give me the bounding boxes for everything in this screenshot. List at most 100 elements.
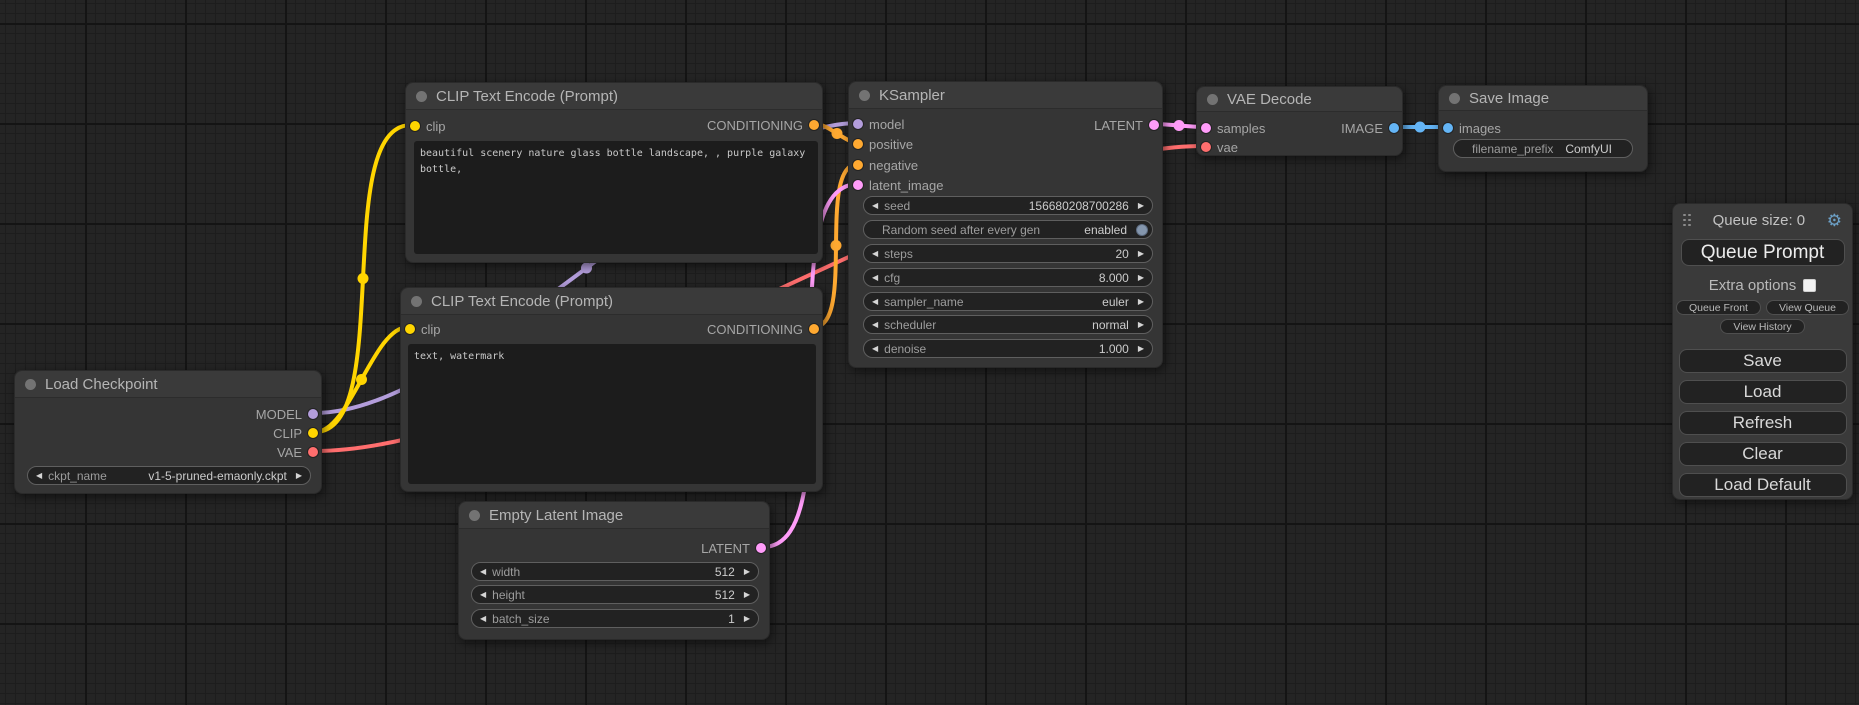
increment-arrow-icon[interactable]: ▶ (744, 590, 750, 599)
collapse-dot-icon[interactable] (416, 91, 427, 102)
height-widget[interactable]: ◀ height 512 ▶ (471, 585, 759, 604)
steps-widget[interactable]: ◀ steps 20 ▶ (863, 244, 1153, 263)
output-slot-conditioning[interactable]: CONDITIONING (401, 321, 822, 337)
collapse-dot-icon[interactable] (1207, 94, 1218, 105)
node-title-bar[interactable]: Empty Latent Image (459, 502, 769, 529)
link-midpoint-dot[interactable] (831, 240, 842, 251)
increment-arrow-icon[interactable]: ▶ (744, 567, 750, 576)
images-input-dot[interactable] (1443, 123, 1453, 133)
decrement-arrow-icon[interactable]: ◀ (872, 201, 878, 210)
input-slot-vae[interactable]: vae (1197, 139, 1402, 155)
node-title-bar[interactable]: CLIP Text Encode (Prompt) (401, 288, 822, 315)
clip-output-dot[interactable] (308, 428, 318, 438)
batch-size-widget[interactable]: ◀ batch_size 1 ▶ (471, 609, 759, 628)
increment-arrow-icon[interactable]: ▶ (1138, 344, 1144, 353)
node-load-checkpoint[interactable]: Load Checkpoint MODEL CLIP VAE ◀ ckpt_na… (14, 370, 322, 494)
positive-prompt-textarea[interactable]: beautiful scenery nature glass bottle la… (414, 141, 818, 254)
node-title-bar[interactable]: Load Checkpoint (15, 371, 321, 398)
collapse-dot-icon[interactable] (25, 379, 36, 390)
collapse-dot-icon[interactable] (469, 510, 480, 521)
clear-button[interactable]: Clear (1679, 442, 1847, 466)
conditioning-output-dot[interactable] (809, 324, 819, 334)
decrement-arrow-icon[interactable]: ◀ (872, 297, 878, 306)
output-slot-conditioning[interactable]: CONDITIONING (406, 117, 822, 133)
cfg-widget[interactable]: ◀ cfg 8.000 ▶ (863, 268, 1153, 287)
settings-gear-icon[interactable]: ⚙ (1827, 212, 1842, 229)
queue-front-button[interactable]: Queue Front (1676, 300, 1761, 315)
output-slot-vae[interactable]: VAE (15, 444, 321, 460)
node-title-bar[interactable]: CLIP Text Encode (Prompt) (406, 83, 822, 110)
latent-output-dot[interactable] (756, 543, 766, 553)
input-slot-latent-image[interactable]: latent_image (849, 177, 1162, 193)
collapse-dot-icon[interactable] (859, 90, 870, 101)
decrement-arrow-icon[interactable]: ◀ (36, 471, 42, 480)
increment-arrow-icon[interactable]: ▶ (1138, 297, 1144, 306)
toggle-knob-icon[interactable] (1136, 224, 1148, 236)
output-slot-latent[interactable]: LATENT (459, 540, 769, 556)
output-slot-clip[interactable]: CLIP (15, 425, 321, 441)
increment-arrow-icon[interactable]: ▶ (1138, 249, 1144, 258)
node-graph-canvas[interactable]: Load Checkpoint MODEL CLIP VAE ◀ ckpt_na… (0, 0, 1859, 705)
decrement-arrow-icon[interactable]: ◀ (872, 273, 878, 282)
node-ksampler[interactable]: KSampler model LATENT positive negative … (848, 81, 1163, 368)
queue-prompt-button[interactable]: Queue Prompt (1681, 239, 1845, 266)
decrement-arrow-icon[interactable]: ◀ (480, 590, 486, 599)
node-empty-latent-image[interactable]: Empty Latent Image LATENT ◀ width 512 ▶ … (458, 501, 770, 640)
node-save-image[interactable]: Save Image images filename_prefix ComfyU… (1438, 85, 1648, 172)
sampler-name-widget[interactable]: ◀ sampler_name euler ▶ (863, 292, 1153, 311)
random-seed-toggle-widget[interactable]: Random seed after every gen enabled (863, 220, 1153, 239)
node-clip-text-encode-negative[interactable]: CLIP Text Encode (Prompt) clip CONDITION… (400, 287, 823, 492)
filename-prefix-widget[interactable]: filename_prefix ComfyUI (1453, 139, 1633, 158)
load-default-button[interactable]: Load Default (1679, 473, 1847, 497)
vae-input-dot[interactable] (1201, 142, 1211, 152)
extra-options-checkbox[interactable] (1803, 279, 1816, 292)
collapse-dot-icon[interactable] (411, 296, 422, 307)
view-history-button[interactable]: View History (1720, 319, 1804, 334)
image-output-dot[interactable] (1389, 123, 1399, 133)
link-midpoint-dot[interactable] (1174, 120, 1185, 131)
output-slot-latent[interactable]: LATENT (849, 117, 1162, 133)
positive-input-dot[interactable] (853, 139, 863, 149)
node-title-bar[interactable]: VAE Decode (1197, 87, 1402, 112)
collapse-dot-icon[interactable] (1449, 93, 1460, 104)
conditioning-output-dot[interactable] (809, 120, 819, 130)
width-widget[interactable]: ◀ width 512 ▶ (471, 562, 759, 581)
output-slot-model[interactable]: MODEL (15, 406, 321, 422)
refresh-button[interactable]: Refresh (1679, 411, 1847, 435)
increment-arrow-icon[interactable]: ▶ (1138, 320, 1144, 329)
load-button[interactable]: Load (1679, 380, 1847, 404)
link-midpoint-dot[interactable] (832, 128, 843, 139)
vae-output-dot[interactable] (308, 447, 318, 457)
latent-output-dot[interactable] (1149, 120, 1159, 130)
increment-arrow-icon[interactable]: ▶ (296, 471, 302, 480)
decrement-arrow-icon[interactable]: ◀ (480, 614, 486, 623)
link-midpoint-dot[interactable] (358, 273, 369, 284)
increment-arrow-icon[interactable]: ▶ (1138, 201, 1144, 210)
decrement-arrow-icon[interactable]: ◀ (872, 249, 878, 258)
seed-widget[interactable]: ◀ seed 156680208700286 ▶ (863, 196, 1153, 215)
drag-handle-icon[interactable] (1683, 214, 1691, 227)
node-title-bar[interactable]: Save Image (1439, 86, 1647, 111)
output-slot-image[interactable]: IMAGE (1197, 120, 1402, 136)
negative-input-dot[interactable] (853, 160, 863, 170)
ckpt-name-widget[interactable]: ◀ ckpt_name v1-5-pruned-emaonly.ckpt ▶ (27, 466, 311, 485)
increment-arrow-icon[interactable]: ▶ (744, 614, 750, 623)
link-midpoint-dot[interactable] (581, 263, 592, 274)
save-button[interactable]: Save (1679, 349, 1847, 373)
increment-arrow-icon[interactable]: ▶ (1138, 273, 1144, 282)
node-title-bar[interactable]: KSampler (849, 82, 1162, 109)
link-midpoint-dot[interactable] (356, 374, 367, 385)
input-slot-positive[interactable]: positive (849, 136, 1162, 152)
decrement-arrow-icon[interactable]: ◀ (872, 320, 878, 329)
input-slot-negative[interactable]: negative (849, 157, 1162, 173)
decrement-arrow-icon[interactable]: ◀ (872, 344, 878, 353)
negative-prompt-textarea[interactable]: text, watermark (408, 344, 816, 484)
input-slot-images[interactable]: images (1439, 120, 1647, 136)
decrement-arrow-icon[interactable]: ◀ (480, 567, 486, 576)
latent-image-input-dot[interactable] (853, 180, 863, 190)
view-queue-button[interactable]: View Queue (1766, 300, 1849, 315)
node-vae-decode[interactable]: VAE Decode samples IMAGE vae (1196, 86, 1403, 156)
model-output-dot[interactable] (308, 409, 318, 419)
node-clip-text-encode-positive[interactable]: CLIP Text Encode (Prompt) clip CONDITION… (405, 82, 823, 263)
denoise-widget[interactable]: ◀ denoise 1.000 ▶ (863, 339, 1153, 358)
